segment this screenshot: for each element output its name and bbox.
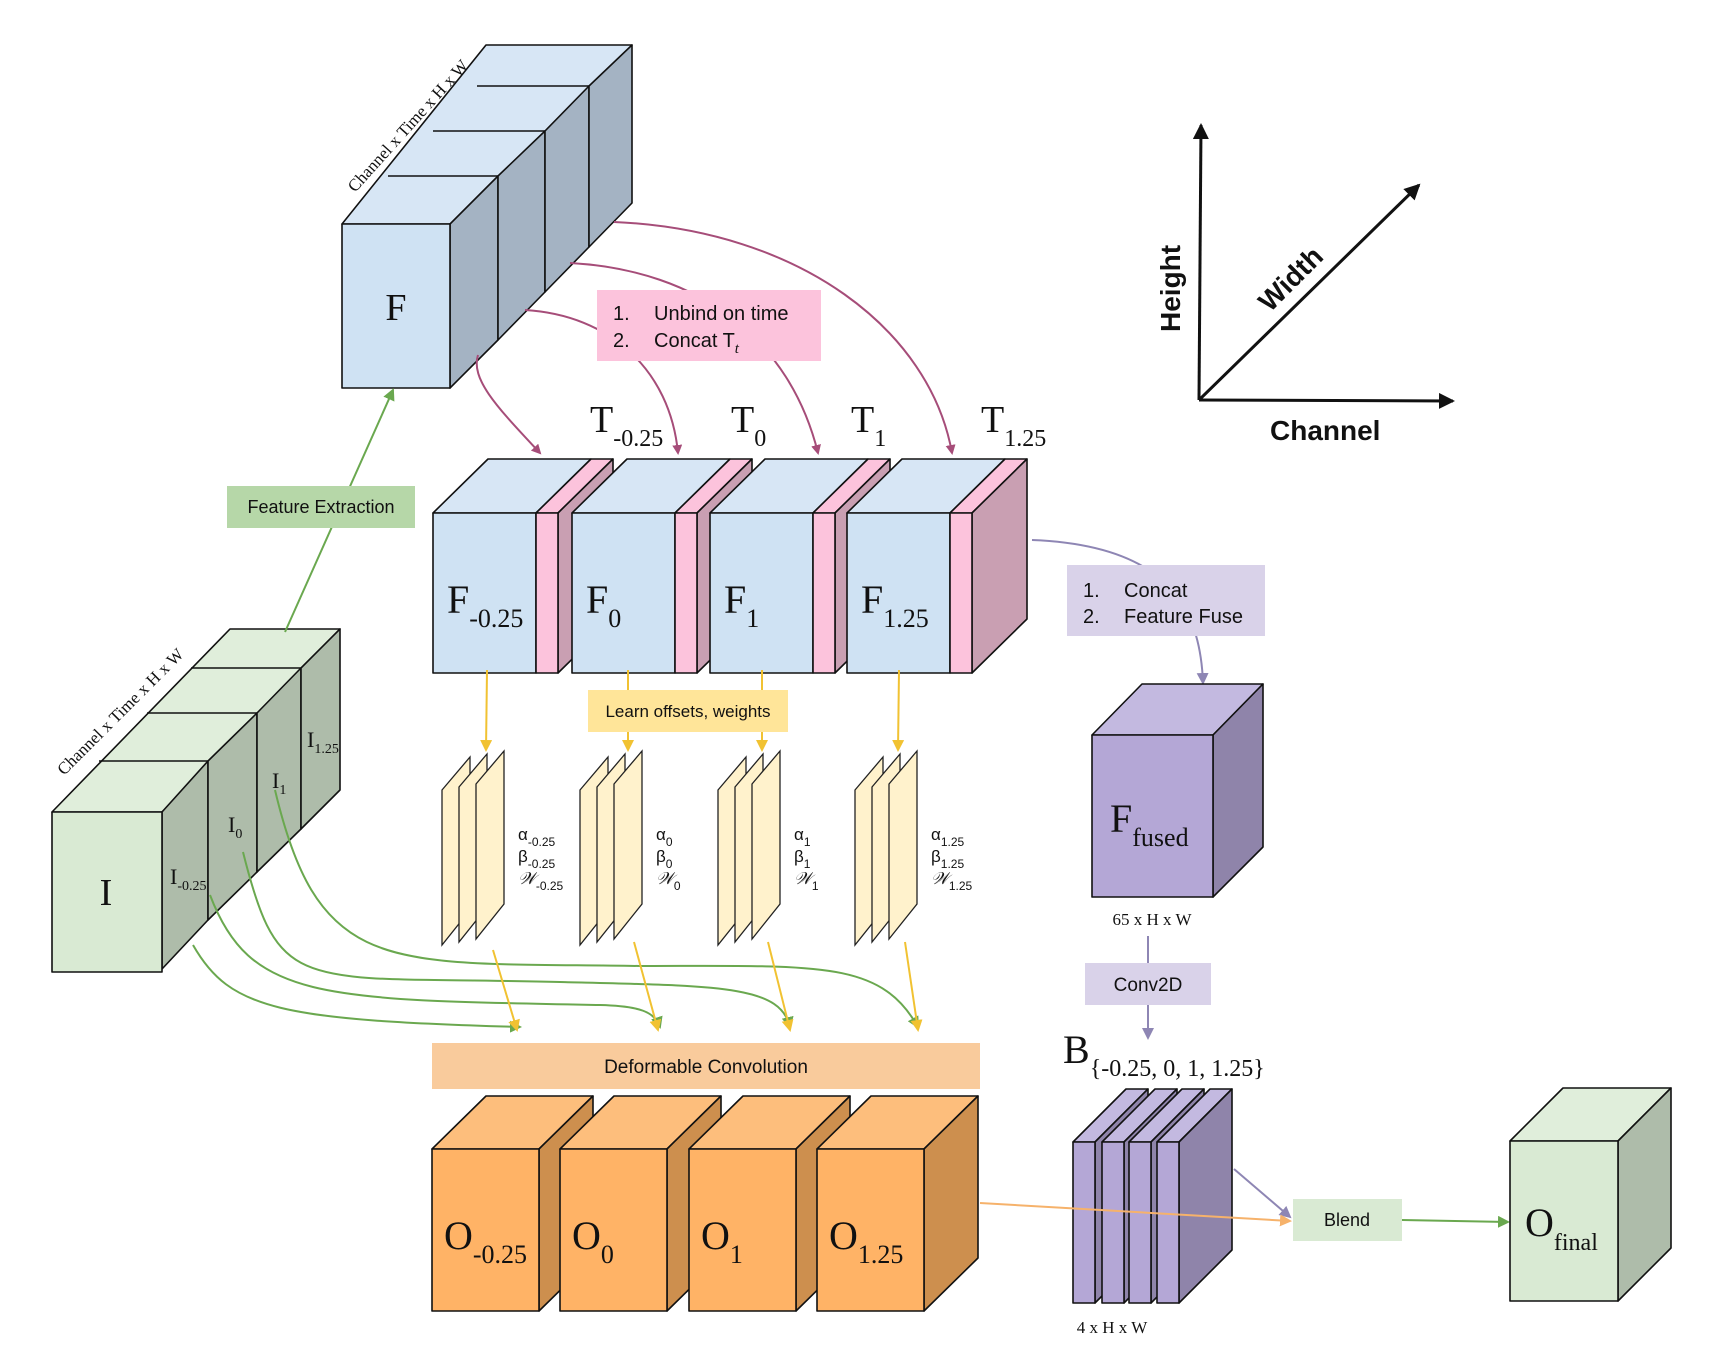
time-label: T0 — [731, 399, 766, 452]
offset-param-label: 𝒲-0.25 — [518, 869, 564, 893]
output-blocks: O-0.25 O0 O1 O1.25 — [431, 1095, 979, 1312]
offset-param-label: β0 — [656, 847, 673, 871]
blend-maps-label: B{-0.25, 0, 1, 1.25} — [1063, 1027, 1265, 1082]
blend-box: Blend — [1293, 1199, 1402, 1241]
deform-label: Deformable Convolution — [604, 1057, 808, 1078]
blend-label: Blend — [1324, 1210, 1370, 1230]
unbind-step-1-text: Unbind on time — [654, 303, 789, 325]
fuse-step-1-text: Concat — [1124, 580, 1188, 602]
learn-box: Learn offsets, weights — [588, 690, 788, 732]
conv2d-step: Conv2D — [1085, 936, 1211, 1040]
offset-plane — [475, 749, 505, 941]
time-slab-front — [674, 512, 698, 674]
blend-arrows — [979, 1168, 1510, 1228]
channel-axis — [1198, 392, 1455, 409]
offset-param-label: α1 — [794, 825, 811, 849]
offset-param-label: 𝒲0 — [656, 869, 681, 893]
fuse-step-2-num: 2. — [1083, 606, 1100, 628]
height-axis — [1192, 123, 1209, 401]
learn-label: Learn offsets, weights — [605, 702, 770, 721]
time-labels: T-0.25 T0 T1 T1.25 — [590, 399, 1046, 452]
offset-param-label: 𝒲1 — [794, 869, 819, 893]
offset-param-label: α-0.25 — [518, 825, 556, 849]
deform-conv-bar: Deformable Convolution — [432, 1043, 980, 1089]
offset-groups: α-0.25β-0.25𝒲-0.25α0β0𝒲0α1β1𝒲1α1.25β1.25… — [441, 749, 973, 947]
offset-group: α1β1𝒲1 — [717, 749, 819, 947]
offset-plane — [751, 749, 781, 941]
offset-plane — [888, 749, 918, 941]
input-tensor-label: I — [100, 872, 113, 914]
fuse-step-2-text: Feature Fuse — [1124, 606, 1243, 628]
time-label: T-0.25 — [590, 399, 663, 452]
axes-legend: Height Width Channel — [1155, 123, 1455, 446]
unbind-step-1-num: 1. — [613, 303, 630, 325]
final-output-block: Ofinal — [1509, 1087, 1672, 1302]
architecture-diagram: F Channel x Time x H x W 1. Unbind on ti… — [51, 44, 1672, 1337]
time-slab-front — [535, 512, 559, 674]
input-tensor: I Channel x Time x H x W I-0.25 I0 I1 I1… — [51, 628, 341, 973]
feature-tensor: F Channel x Time x H x W — [341, 44, 633, 389]
fuse-box: 1. Concat 2. Feature Fuse — [1067, 565, 1265, 636]
offset-plane — [613, 749, 643, 941]
unbind-arrow — [475, 354, 542, 455]
offset-param-label: α0 — [656, 825, 673, 849]
time-label: T1.25 — [981, 399, 1046, 452]
offset-param-label: 𝒲1.25 — [931, 869, 973, 893]
conv2d-label: Conv2D — [1114, 975, 1183, 996]
fuse-step-1-num: 1. — [1083, 580, 1100, 602]
offset-group: α1.25β1.25𝒲1.25 — [854, 749, 973, 947]
unbind-box: 1. Unbind on time 2. Concat Tt — [597, 290, 821, 361]
offset-param-label: β-0.25 — [518, 847, 555, 871]
fused-block: Ffused 65 x H x W — [1091, 683, 1264, 929]
offset-group: α0β0𝒲0 — [579, 749, 681, 947]
offset-param-label: β1.25 — [931, 847, 964, 871]
fused-dims: 65 x H x W — [1112, 910, 1192, 929]
offset-to-deform-arrows — [492, 941, 923, 1032]
blend-maps: B{-0.25, 0, 1, 1.25} 4 x H x W — [1063, 1027, 1265, 1337]
blend-maps-dims: 4 x H x W — [1077, 1318, 1148, 1337]
channel-axis-label: Channel — [1270, 415, 1380, 446]
height-axis-label: Height — [1155, 245, 1186, 332]
offset-group: α-0.25β-0.25𝒲-0.25 — [441, 749, 564, 947]
feature-block: F1.25 — [846, 458, 1028, 674]
width-axis-label: Width — [1252, 241, 1329, 318]
width-axis — [1197, 183, 1421, 402]
time-label: T1 — [851, 399, 886, 452]
feature-extraction-arrow: Feature Extraction — [227, 388, 415, 633]
unbind-step-2-num: 2. — [613, 330, 630, 352]
feature-blocks: F-0.25 F0 F1 F1.25 — [432, 458, 1028, 674]
time-slab-front — [949, 512, 973, 674]
feature-tensor-label: F — [385, 287, 406, 329]
offset-param-label: β1 — [794, 847, 811, 871]
feature-extraction-label: Feature Extraction — [247, 497, 394, 517]
output-block: O1.25 — [816, 1095, 979, 1312]
offset-param-label: α1.25 — [931, 825, 965, 849]
time-slab-front — [812, 512, 836, 674]
